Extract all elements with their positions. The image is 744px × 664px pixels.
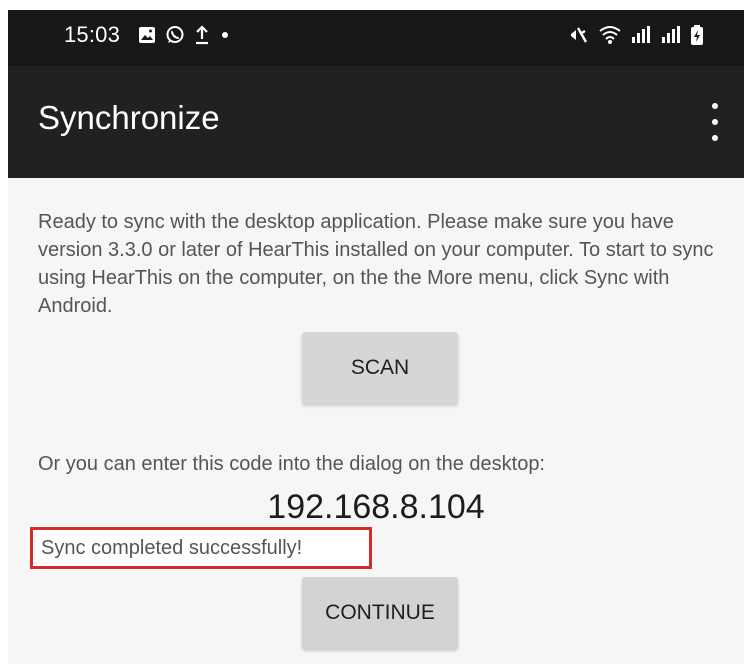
sync-instructions: Ready to sync with the desktop applicati… <box>38 211 714 317</box>
more-vertical-icon[interactable] <box>707 103 723 141</box>
status-icons-left <box>138 25 231 45</box>
status-message-highlight: Sync completed successfully! <box>30 527 372 569</box>
menu-dot <box>712 103 718 109</box>
mute-icon <box>571 27 588 43</box>
gallery-icon <box>139 27 155 43</box>
whatsapp-icon <box>166 26 184 43</box>
scan-button[interactable]: SCAN <box>302 332 458 404</box>
signal-icon <box>632 26 650 43</box>
page-title: Synchronize <box>38 99 220 136</box>
battery-icon <box>691 25 703 45</box>
dot-icon <box>222 32 228 38</box>
ip-code: 192.168.8.104 <box>267 488 485 526</box>
menu-dot <box>712 135 718 141</box>
sync-screen: 15:03 Synchronize Ready to sync with the… <box>8 10 744 664</box>
signal-icon <box>662 26 680 43</box>
status-bar: 15:03 <box>8 10 744 66</box>
code-hint: Or you can enter this code into the dial… <box>38 453 545 475</box>
menu-dot <box>712 119 718 125</box>
app-bar: Synchronize <box>8 66 744 178</box>
continue-button[interactable]: CONTINUE <box>302 577 458 649</box>
sync-status-message: Sync completed successfully! <box>41 537 303 559</box>
status-time: 15:03 <box>64 22 121 47</box>
wifi-icon <box>599 26 621 44</box>
status-icons-right <box>568 24 704 46</box>
upload-icon <box>196 25 208 45</box>
